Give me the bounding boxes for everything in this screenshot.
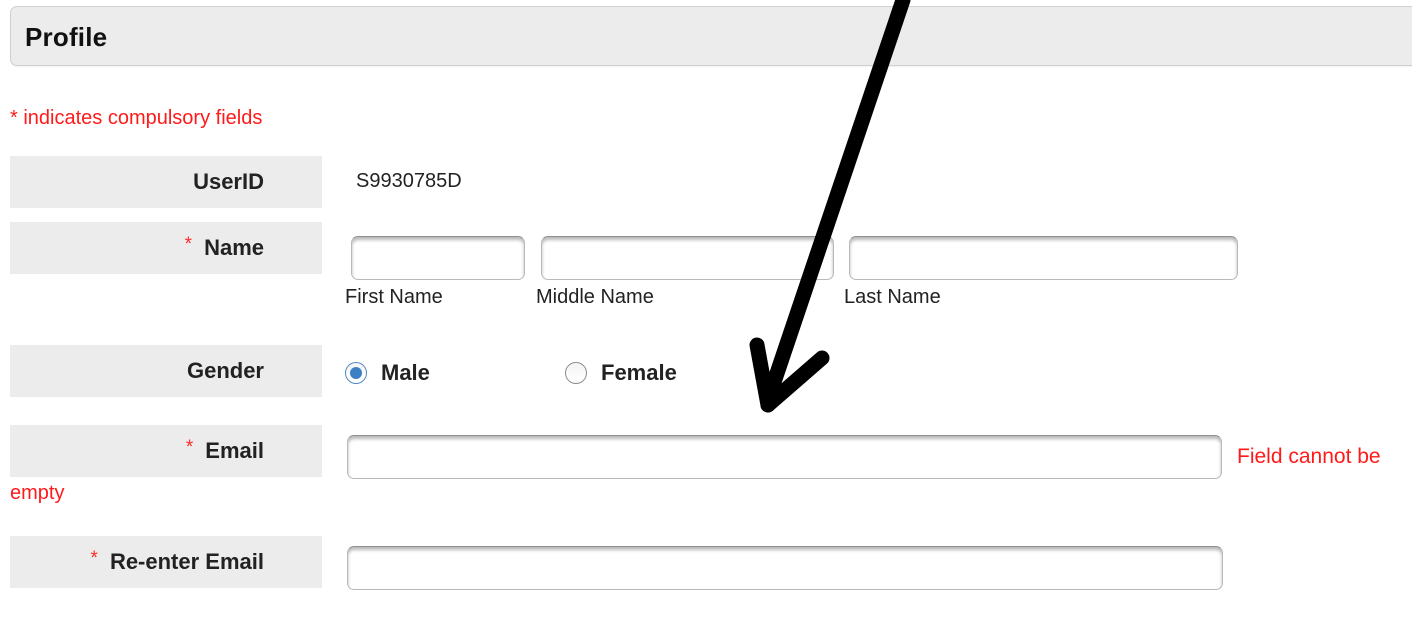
gender-option-female[interactable]: Female xyxy=(565,360,677,386)
gender-label: Gender xyxy=(186,358,264,383)
last-name-sublabel: Last Name xyxy=(844,286,941,308)
radio-female[interactable] xyxy=(565,362,587,384)
name-label: * Name xyxy=(184,234,264,261)
name-label-text: Name xyxy=(204,235,264,260)
reenter-email-label: * Re-enter Email xyxy=(90,548,264,575)
reenter-email-label-text: Re-enter Email xyxy=(109,549,264,574)
required-marker: * xyxy=(90,548,98,569)
gender-label-cell: Gender xyxy=(10,345,322,397)
panel-title: Profile xyxy=(25,22,108,52)
email-label: * Email xyxy=(185,437,264,464)
email-input[interactable] xyxy=(347,435,1222,479)
gender-option-male[interactable]: Male xyxy=(345,360,430,386)
required-marker: * xyxy=(184,234,193,255)
userid-label-cell: UserID xyxy=(10,156,322,208)
profile-panel-header: Profile xyxy=(10,6,1412,66)
email-label-cell: * Email xyxy=(10,425,322,477)
annotation-arrow xyxy=(749,0,911,413)
reenter-email-label-cell: * Re-enter Email xyxy=(10,536,322,588)
radio-checked-dot xyxy=(350,367,362,379)
first-name-sublabel: First Name xyxy=(345,286,443,308)
compulsory-fields-note: * indicates compulsory fields xyxy=(10,107,263,129)
middle-name-sublabel: Middle Name xyxy=(536,286,654,308)
last-name-input[interactable] xyxy=(849,236,1238,280)
required-marker: * xyxy=(185,437,194,458)
email-error-message: Field cannot be xyxy=(1237,445,1381,468)
reenter-email-input[interactable] xyxy=(347,546,1223,590)
email-error-message-continued: empty xyxy=(10,482,65,504)
annotation-arrow-head-right xyxy=(760,350,830,413)
name-label-cell: * Name xyxy=(10,222,322,274)
radio-male[interactable] xyxy=(345,362,367,384)
userid-label: UserID xyxy=(193,169,264,194)
first-name-input[interactable] xyxy=(351,236,525,280)
radio-female-label[interactable]: Female xyxy=(601,360,677,386)
annotation-arrow-head-left xyxy=(749,337,776,413)
email-label-text: Email xyxy=(205,438,264,463)
profile-form-page: Profile * indicates compulsory fields Us… xyxy=(0,0,1412,620)
radio-male-label[interactable]: Male xyxy=(381,360,430,386)
middle-name-input[interactable] xyxy=(541,236,834,280)
userid-value: S9930785D xyxy=(356,170,462,192)
